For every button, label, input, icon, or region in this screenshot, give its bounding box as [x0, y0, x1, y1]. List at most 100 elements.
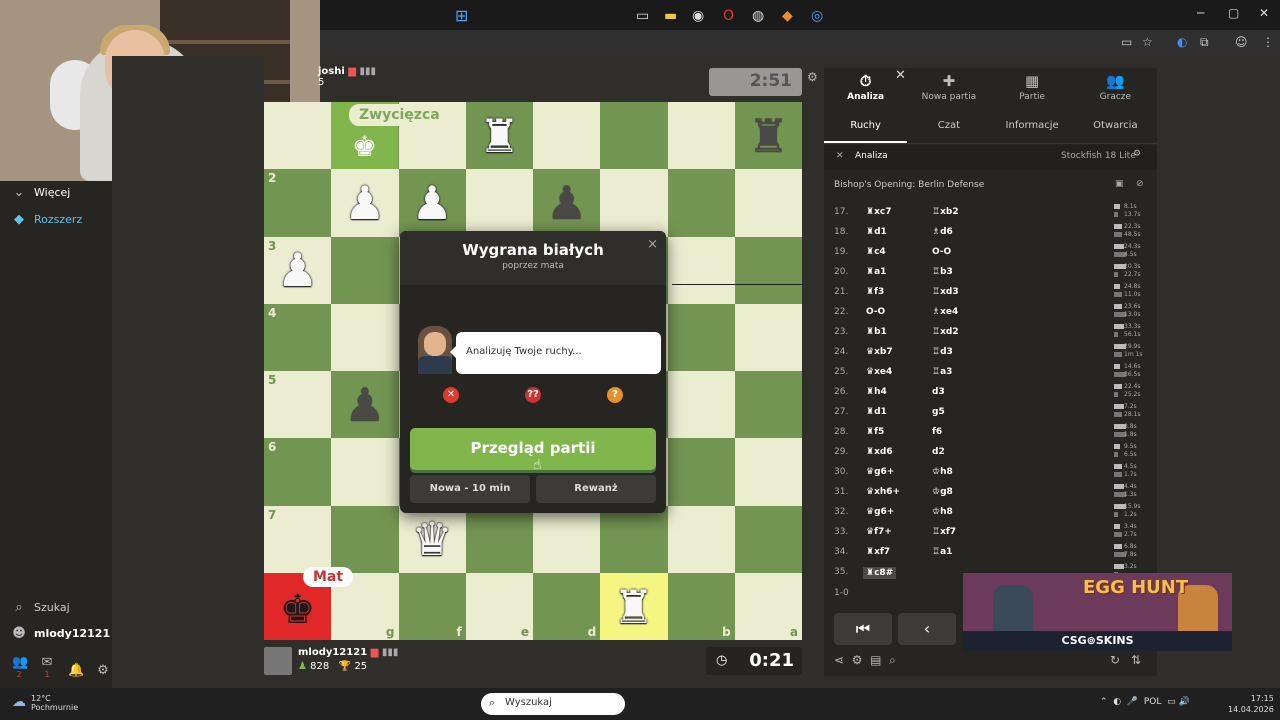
white-move[interactable]: ♜xc7 [866, 207, 891, 217]
board-square[interactable]: 3 ♟ [264, 236, 332, 304]
black-move[interactable]: ♗d6 [932, 227, 953, 237]
player-name[interactable]: mlody12121 [298, 647, 367, 658]
board-square[interactable]: 6 [264, 438, 332, 506]
black-move[interactable]: f6 [932, 427, 942, 437]
app-icon[interactable]: ◆ [782, 8, 793, 24]
board-square[interactable] [734, 438, 802, 506]
board-square[interactable]: ♟ [331, 371, 399, 439]
tab-gracze[interactable]: 👥 Gracze [1074, 68, 1157, 110]
opera-icon[interactable]: O [723, 8, 734, 24]
app-icon[interactable]: ◍ [752, 8, 764, 24]
steam-icon[interactable]: ◉ [692, 8, 704, 24]
language-indicator[interactable]: POL [1144, 697, 1162, 707]
board-square[interactable] [600, 169, 668, 237]
board-square[interactable]: 4 [264, 303, 332, 371]
opponent-name[interactable]: joshi [318, 66, 345, 77]
white-move[interactable]: ♜c8# [863, 567, 897, 579]
board-square[interactable]: d [533, 572, 601, 640]
windows-start-icon[interactable]: ⊞ [455, 6, 468, 25]
book-icon[interactable]: ▣ [1115, 179, 1124, 189]
timer-icon[interactable]: ⊘ [1136, 179, 1144, 189]
black-move[interactable]: ♗xe4 [932, 307, 958, 317]
board-square[interactable] [734, 169, 802, 237]
board-square[interactable] [331, 303, 399, 371]
white-move[interactable]: ♛xe4 [866, 367, 892, 377]
black-move[interactable]: O-O [932, 247, 951, 257]
black-pawn[interactable]: ♟ [331, 371, 398, 438]
tab-nowa-partia[interactable]: ✚ Nowa partia [907, 68, 990, 110]
board-square[interactable] [465, 505, 533, 573]
save-icon[interactable]: ▤ [870, 653, 881, 667]
white-queen[interactable]: ♛ [399, 506, 466, 573]
bookmark-star-icon[interactable]: ☆ [1142, 35, 1153, 49]
task-view-icon[interactable]: ▭ [636, 8, 649, 24]
black-pawn[interactable]: ♟ [533, 169, 600, 236]
share-icon[interactable]: ⋖ [834, 653, 844, 667]
mail-icon[interactable]: ✉1 [40, 655, 54, 686]
black-move[interactable]: ♖xf7 [932, 527, 956, 537]
first-move-button[interactable]: ⏮ [834, 613, 892, 645]
new-game-button[interactable]: Nowa - 10 min [410, 475, 530, 503]
black-move[interactable]: ♖a3 [932, 367, 952, 377]
chrome-icon[interactable]: ◎ [811, 8, 823, 24]
white-move[interactable]: ♜f3 [866, 287, 884, 297]
black-move[interactable]: ♖xd3 [932, 287, 959, 297]
black-move[interactable]: g5 [932, 407, 945, 417]
board-square[interactable] [667, 102, 735, 170]
extensions-puzzle-icon[interactable]: ⧉ [1200, 35, 1209, 50]
close-icon[interactable]: ✕ [895, 68, 906, 83]
white-move[interactable]: ♜f5 [866, 427, 884, 437]
black-move[interactable]: ♔g8 [932, 487, 953, 497]
board-square[interactable]: ♟ [533, 169, 601, 237]
subtab-otwarcia[interactable]: Otwarcia [1074, 110, 1157, 143]
cast-icon[interactable]: ▭ [1121, 35, 1132, 49]
board-square[interactable]: 5 [264, 371, 332, 439]
white-pawn[interactable]: ♟ [399, 169, 466, 236]
black-move[interactable]: ♔h8 [932, 507, 953, 517]
opening-name[interactable]: Bishop's Opening: Berlin Defense [834, 180, 984, 190]
board-square[interactable] [465, 169, 533, 237]
network-icon[interactable]: ▭ [1167, 697, 1176, 707]
white-move[interactable]: ♜d1 [866, 407, 887, 417]
white-move[interactable]: ♜b1 [866, 327, 887, 337]
board-square[interactable] [734, 371, 802, 439]
close-button[interactable]: ✕ [1259, 6, 1269, 20]
gear-icon[interactable]: ⚙ [807, 70, 818, 84]
flip-board-icon[interactable]: ⇅ [1131, 653, 1141, 667]
board-square[interactable] [734, 236, 802, 304]
black-move[interactable]: ♖b3 [932, 267, 953, 277]
chevron-up-icon[interactable]: ⌃ [1100, 697, 1108, 707]
board-square[interactable] [331, 236, 399, 304]
previous-move-button[interactable]: ‹ [898, 613, 956, 645]
extension-icon[interactable]: ◐ [1177, 35, 1187, 49]
avatar[interactable] [264, 647, 292, 675]
subtab-czat[interactable]: Czat [907, 110, 990, 143]
board-square[interactable]: e [465, 572, 533, 640]
board-square[interactable]: 7 [264, 505, 332, 573]
board-square[interactable]: ♛ [398, 505, 466, 573]
board-square[interactable] [667, 236, 735, 304]
ad-banner[interactable]: EGG HUNT CSG⊚SKINS [963, 573, 1232, 651]
board-square[interactable]: 2 [264, 169, 332, 237]
board-square[interactable]: b [667, 572, 735, 640]
board-square[interactable]: ♜ [465, 102, 533, 170]
rematch-button[interactable]: Rewanż [536, 475, 656, 503]
white-move[interactable]: ♜xd6 [866, 447, 893, 457]
clock-widget[interactable]: 17:15 14.04.2026 [1228, 693, 1274, 715]
tab-partie[interactable]: ▦ Partie [991, 68, 1074, 110]
board-square[interactable] [533, 505, 601, 573]
folder-icon[interactable]: ▬ [664, 8, 677, 24]
board-square[interactable] [667, 169, 735, 237]
black-move[interactable]: ♖xb2 [932, 207, 959, 217]
white-move[interactable]: ♜c4 [866, 247, 886, 257]
white-pawn[interactable]: ♟ [331, 169, 398, 236]
black-move[interactable]: ♖d3 [932, 347, 953, 357]
board-square[interactable] [667, 505, 735, 573]
board-square[interactable] [667, 371, 735, 439]
white-rook[interactable]: ♜ [600, 573, 667, 640]
black-move[interactable]: d3 [932, 387, 945, 397]
board-square[interactable]: a [734, 572, 802, 640]
close-icon[interactable]: × [647, 237, 658, 252]
browser-address-bar[interactable] [318, 30, 1280, 56]
maximize-button[interactable]: ▢ [1228, 6, 1239, 20]
